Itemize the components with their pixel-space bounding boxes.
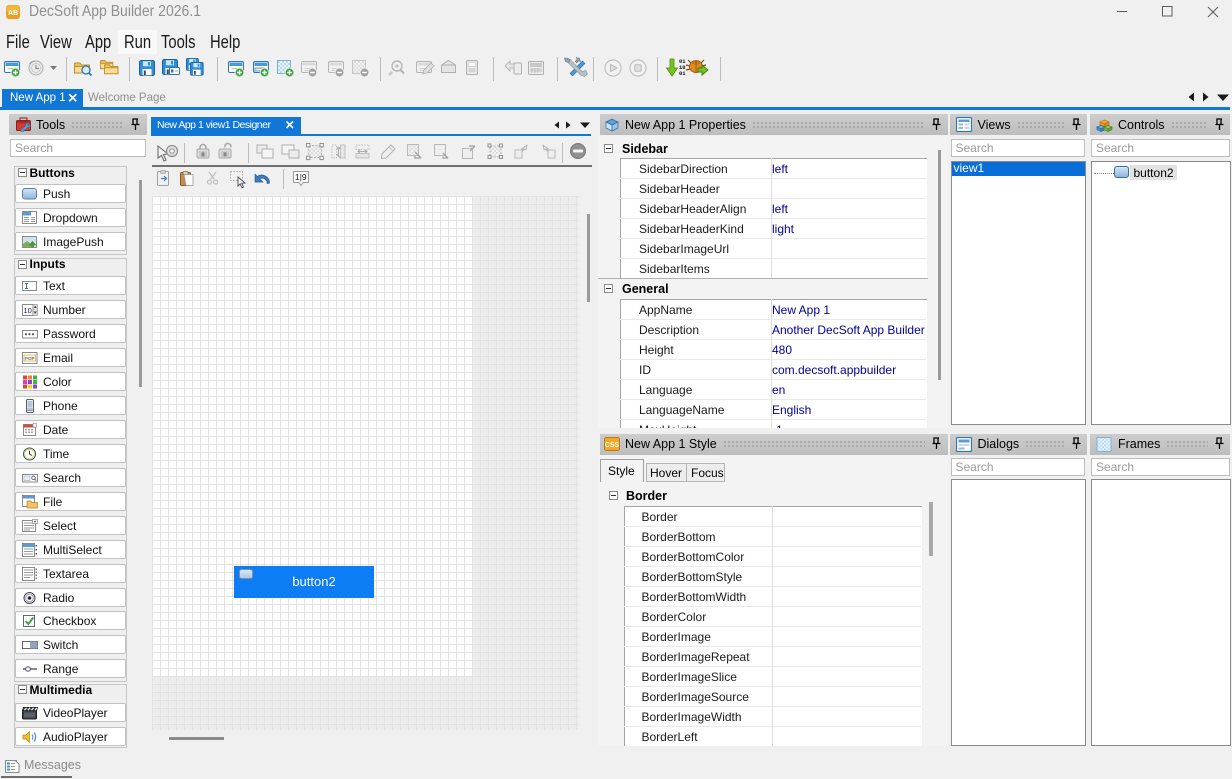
svg-text:01: 01 [679,70,686,77]
svg-text:POP: POP [25,355,35,360]
svg-text:AB: AB [8,10,18,17]
svg-text:10: 10 [24,306,32,315]
svg-text:CSS: CSS [605,442,620,449]
svg-text:1|9: 1|9 [295,172,307,182]
